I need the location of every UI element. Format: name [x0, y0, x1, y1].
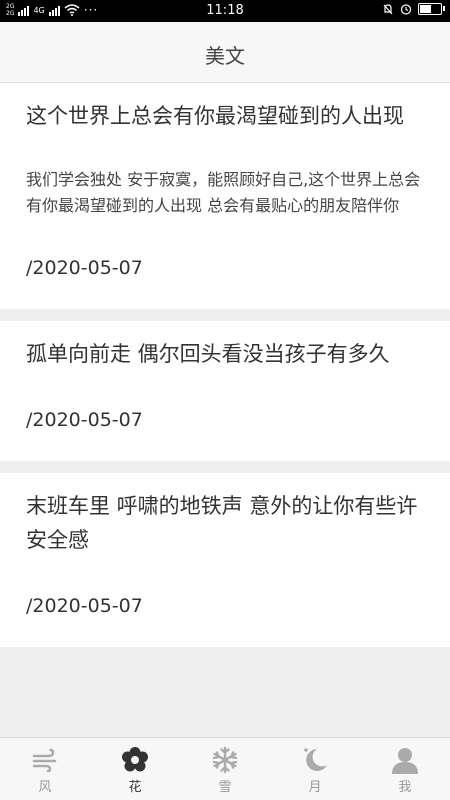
article-title: 孤单向前走 偶尔回头看没当孩子有多久 — [26, 342, 390, 366]
tab-label: 我 — [398, 780, 412, 795]
article-title: 这个世界上总会有你最渴望碰到的人出现 — [26, 104, 404, 128]
article-date: /2020-05-07 — [26, 409, 143, 431]
article-date: /2020-05-07 — [26, 257, 143, 279]
article-card[interactable]: 这个世界上总会有你最渴望碰到的人出现 我们学会独处 安于寂寞，能照顾好自己,这个… — [0, 83, 450, 309]
wind-icon — [31, 746, 59, 774]
tab-label: 花 — [128, 780, 142, 795]
tab-label: 月 — [308, 780, 322, 795]
tab-label: 雪 — [218, 780, 232, 795]
tab-flower[interactable]: 花 — [90, 738, 180, 800]
article-list[interactable]: 这个世界上总会有你最渴望碰到的人出现 我们学会独处 安于寂寞，能照顾好自己,这个… — [0, 83, 450, 738]
article-card[interactable]: 末班车里 呼啸的地铁声 意外的让你有些许安全感 /2020-05-07 — [0, 473, 450, 647]
snowflake-icon — [211, 746, 239, 774]
article-date: /2020-05-07 — [26, 595, 143, 617]
article-summary: 我们学会独处 安于寂寞，能照顾好自己,这个世界上总会有你最渴望碰到的人出现 总会… — [26, 170, 421, 215]
moon-icon — [300, 746, 330, 774]
article-title: 末班车里 呼啸的地铁声 意外的让你有些许安全感 — [26, 494, 418, 552]
page-title: 美文 — [205, 44, 245, 68]
tab-moon[interactable]: 月 — [270, 738, 360, 800]
status-right — [382, 3, 445, 15]
tab-snow[interactable]: 雪 — [180, 738, 270, 800]
user-icon — [391, 746, 419, 774]
tab-me[interactable]: 我 — [360, 738, 450, 800]
flower-icon — [121, 746, 149, 774]
bell-muted-icon — [383, 4, 393, 15]
app-header: 美文 — [0, 22, 450, 83]
article-card[interactable]: 孤单向前走 偶尔回头看没当孩子有多久 /2020-05-07 — [0, 321, 450, 461]
battery-icon — [418, 3, 445, 15]
status-bar: 2G 2G 4G ··· 11:18 — [0, 0, 450, 22]
bottom-tab-bar: 风 花 雪 月 我 — [0, 737, 450, 800]
alarm-icon — [400, 4, 412, 15]
tab-label: 风 — [38, 780, 52, 795]
tab-wind[interactable]: 风 — [0, 738, 90, 800]
battery-fill — [420, 5, 431, 13]
